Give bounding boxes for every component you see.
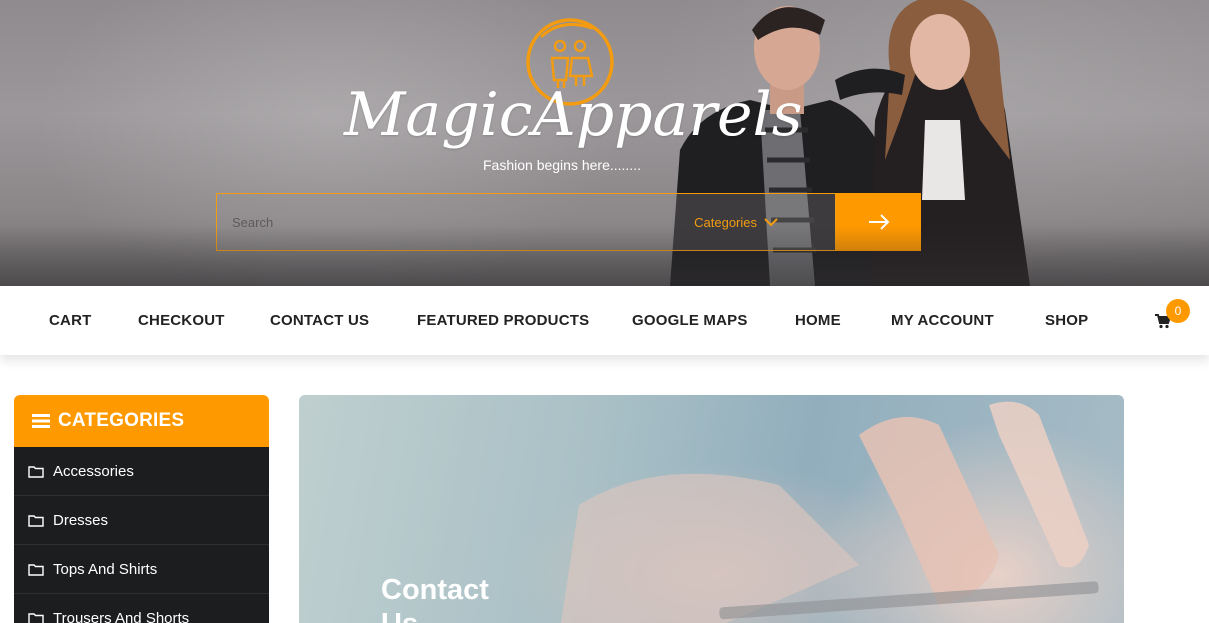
- brand-tagline: Fashion begins here........: [483, 157, 641, 173]
- hamburger-menu-icon: [32, 414, 50, 428]
- main-nav: CART CHECKOUT CONTACT US FEATURED PRODUC…: [0, 286, 1209, 355]
- nav-item-checkout[interactable]: CHECKOUT: [138, 312, 225, 329]
- nav-item-home[interactable]: HOME: [795, 312, 841, 329]
- hero-header: MagicApparels Fashion begins here.......…: [0, 0, 1209, 286]
- categories-sidebar: CATEGORIES Accessories Dresses Tops And …: [14, 395, 269, 623]
- nav-item-cart[interactable]: CART: [49, 312, 91, 329]
- folder-icon: [28, 514, 44, 527]
- cart-count-badge: 0: [1166, 299, 1190, 323]
- categories-heading[interactable]: CATEGORIES: [14, 395, 269, 447]
- category-item-label: Tops And Shirts: [53, 560, 158, 578]
- nav-item-contact-us[interactable]: CONTACT US: [270, 312, 369, 329]
- category-item-tops-and-shirts[interactable]: Tops And Shirts: [14, 545, 269, 594]
- folder-icon: [28, 465, 44, 478]
- category-item-accessories[interactable]: Accessories: [14, 447, 269, 496]
- contact-banner: Contact Us: [299, 395, 1124, 623]
- banner-title: Contact Us: [381, 574, 489, 623]
- folder-icon: [28, 563, 44, 576]
- category-item-trousers-and-shorts[interactable]: Trousers And Shorts: [14, 594, 269, 623]
- nav-item-google-maps[interactable]: GOOGLE MAPS: [632, 312, 748, 329]
- category-item-label: Trousers And Shorts: [53, 609, 190, 623]
- category-item-label: Accessories: [53, 462, 134, 480]
- category-list: Accessories Dresses Tops And Shirts Trou…: [14, 447, 269, 623]
- nav-item-my-account[interactable]: MY ACCOUNT: [891, 312, 994, 329]
- folder-icon: [28, 612, 44, 623]
- categories-heading-label: CATEGORIES: [58, 410, 185, 431]
- nav-item-shop[interactable]: SHOP: [1045, 312, 1088, 329]
- category-item-dresses[interactable]: Dresses: [14, 496, 269, 545]
- nav-item-featured-products[interactable]: FEATURED PRODUCTS: [417, 312, 589, 329]
- category-item-label: Dresses: [53, 511, 109, 529]
- brand-name[interactable]: MagicApparels: [344, 80, 804, 150]
